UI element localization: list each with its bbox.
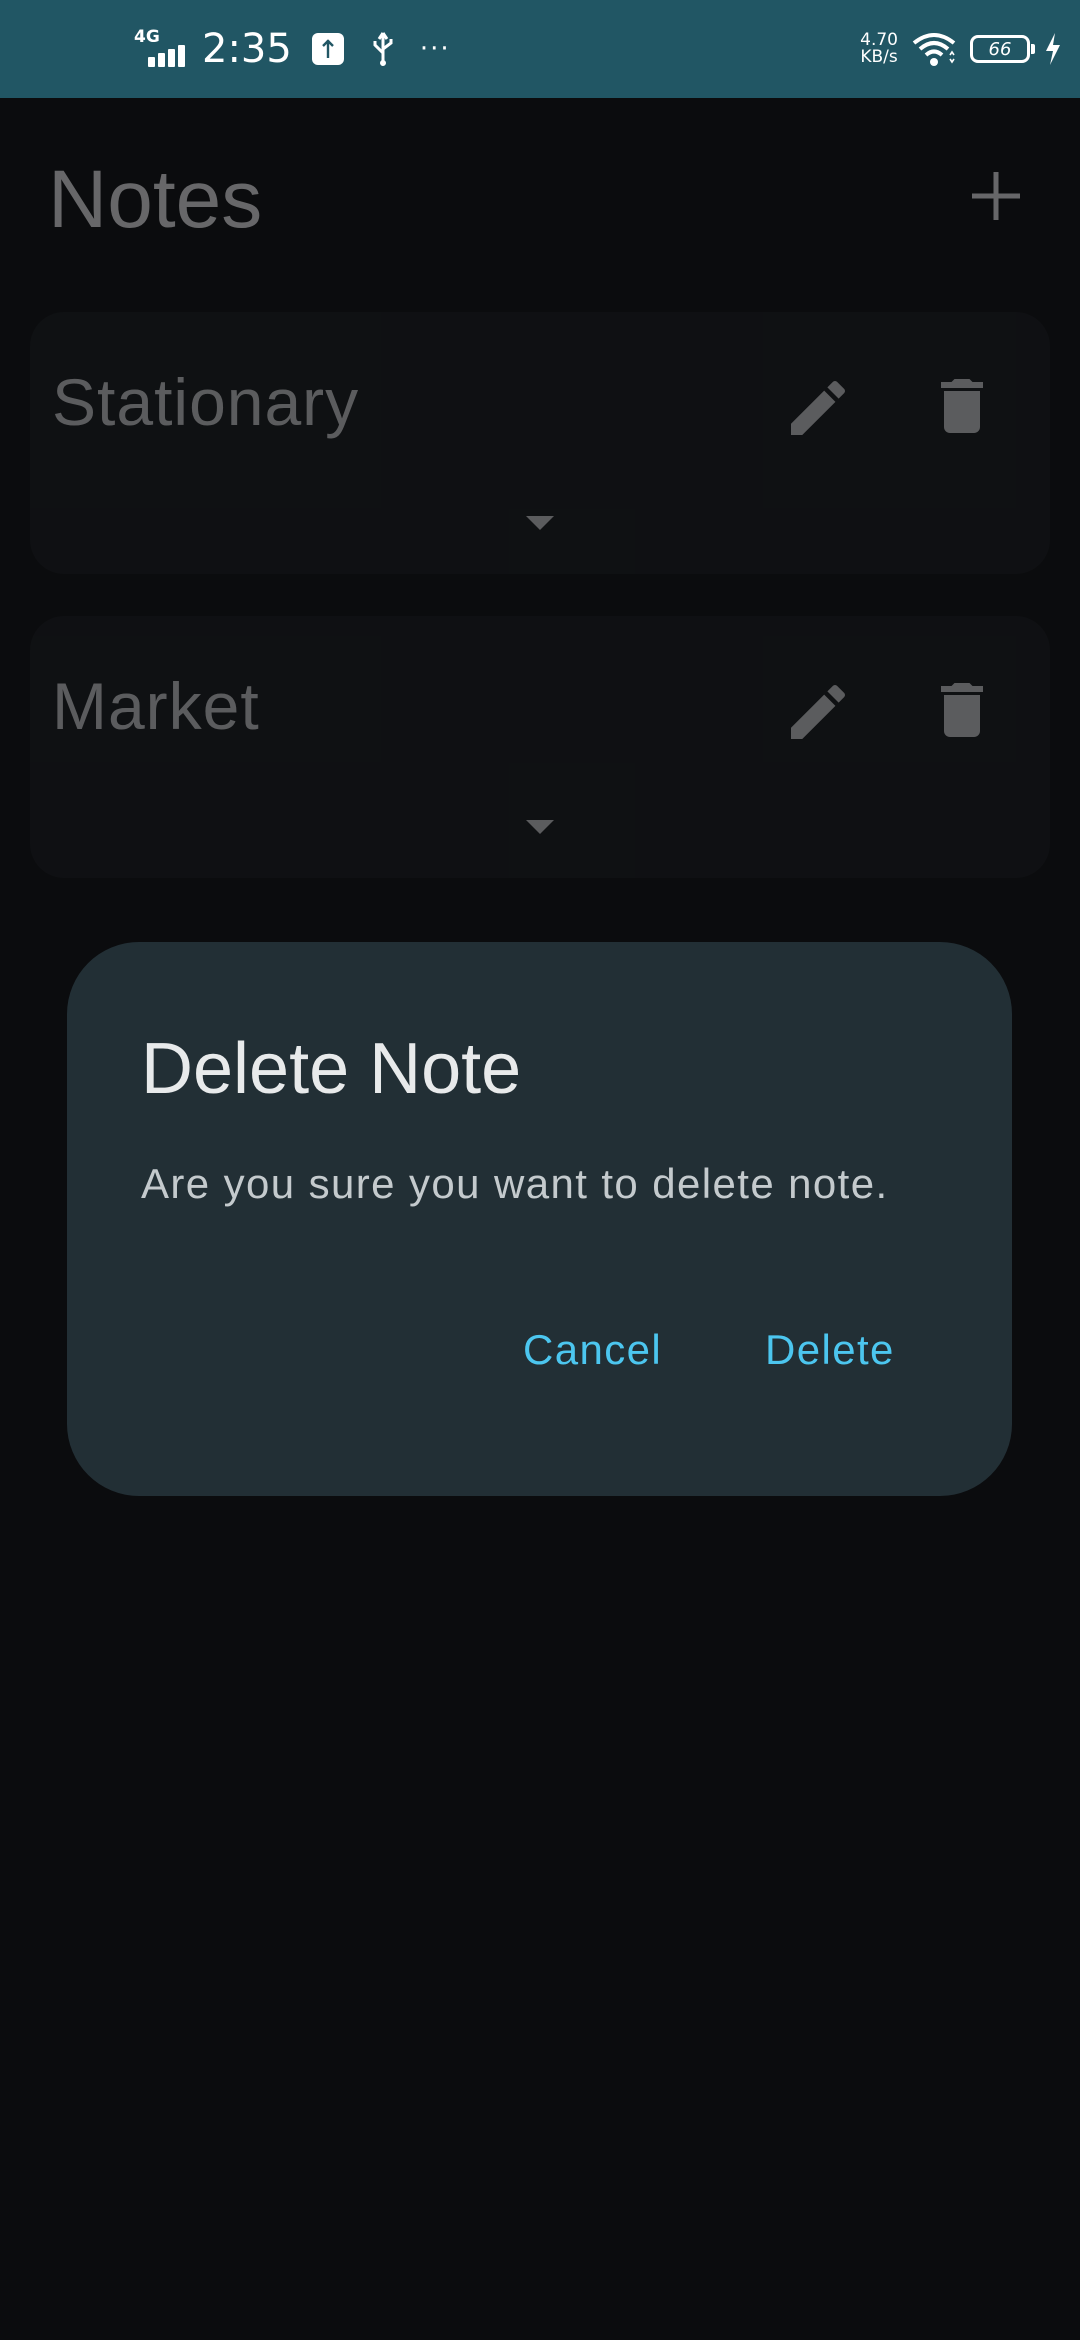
pencil-icon[interactable]: [782, 372, 854, 444]
caret-down-icon[interactable]: [520, 812, 560, 842]
note-card[interactable]: Market: [30, 616, 1050, 878]
wifi-icon: [912, 33, 956, 66]
note-card[interactable]: Stationary: [30, 312, 1050, 574]
page-title: Notes: [48, 154, 263, 245]
network-speed: 4.70 KB/s: [860, 32, 898, 66]
battery-level: 66: [988, 38, 1012, 60]
charging-icon: [1046, 33, 1060, 65]
network-speed-unit: KB/s: [860, 47, 898, 67]
app-screen: 4G 2:35 ··· 4.70 KB/s 66 Notes Stationar…: [0, 0, 1080, 2340]
status-bar-right: 4.70 KB/s 66: [860, 0, 1062, 98]
add-note-button[interactable]: [966, 166, 1026, 226]
notes-list: Stationary Market: [30, 312, 1050, 920]
usb-icon: [373, 32, 393, 66]
note-title: Stationary: [52, 365, 360, 439]
delete-button[interactable]: Delete: [765, 1322, 895, 1378]
battery-icon: 66: [970, 35, 1035, 63]
caret-down-icon[interactable]: [520, 508, 560, 538]
cancel-button[interactable]: Cancel: [523, 1322, 662, 1378]
more-notifications-icon: ···: [419, 34, 451, 64]
cellular-signal-icon: 4G: [134, 27, 190, 71]
notification-app-icon: [311, 33, 344, 65]
dialog-message: Are you sure you want to delete note.: [141, 1160, 889, 1207]
delete-note-dialog: Delete Note Are you sure you want to del…: [67, 942, 1012, 1496]
status-bar: 4G 2:35 ··· 4.70 KB/s 66: [0, 0, 1080, 98]
pencil-icon[interactable]: [782, 676, 854, 748]
note-title: Market: [52, 669, 260, 743]
status-bar-left: 4G 2:35 ···: [134, 0, 451, 98]
trash-icon[interactable]: [926, 370, 998, 442]
network-type: 4G: [134, 27, 160, 47]
dialog-title: Delete Note: [141, 1029, 522, 1109]
trash-icon[interactable]: [926, 674, 998, 746]
clock: 2:35: [202, 26, 292, 72]
